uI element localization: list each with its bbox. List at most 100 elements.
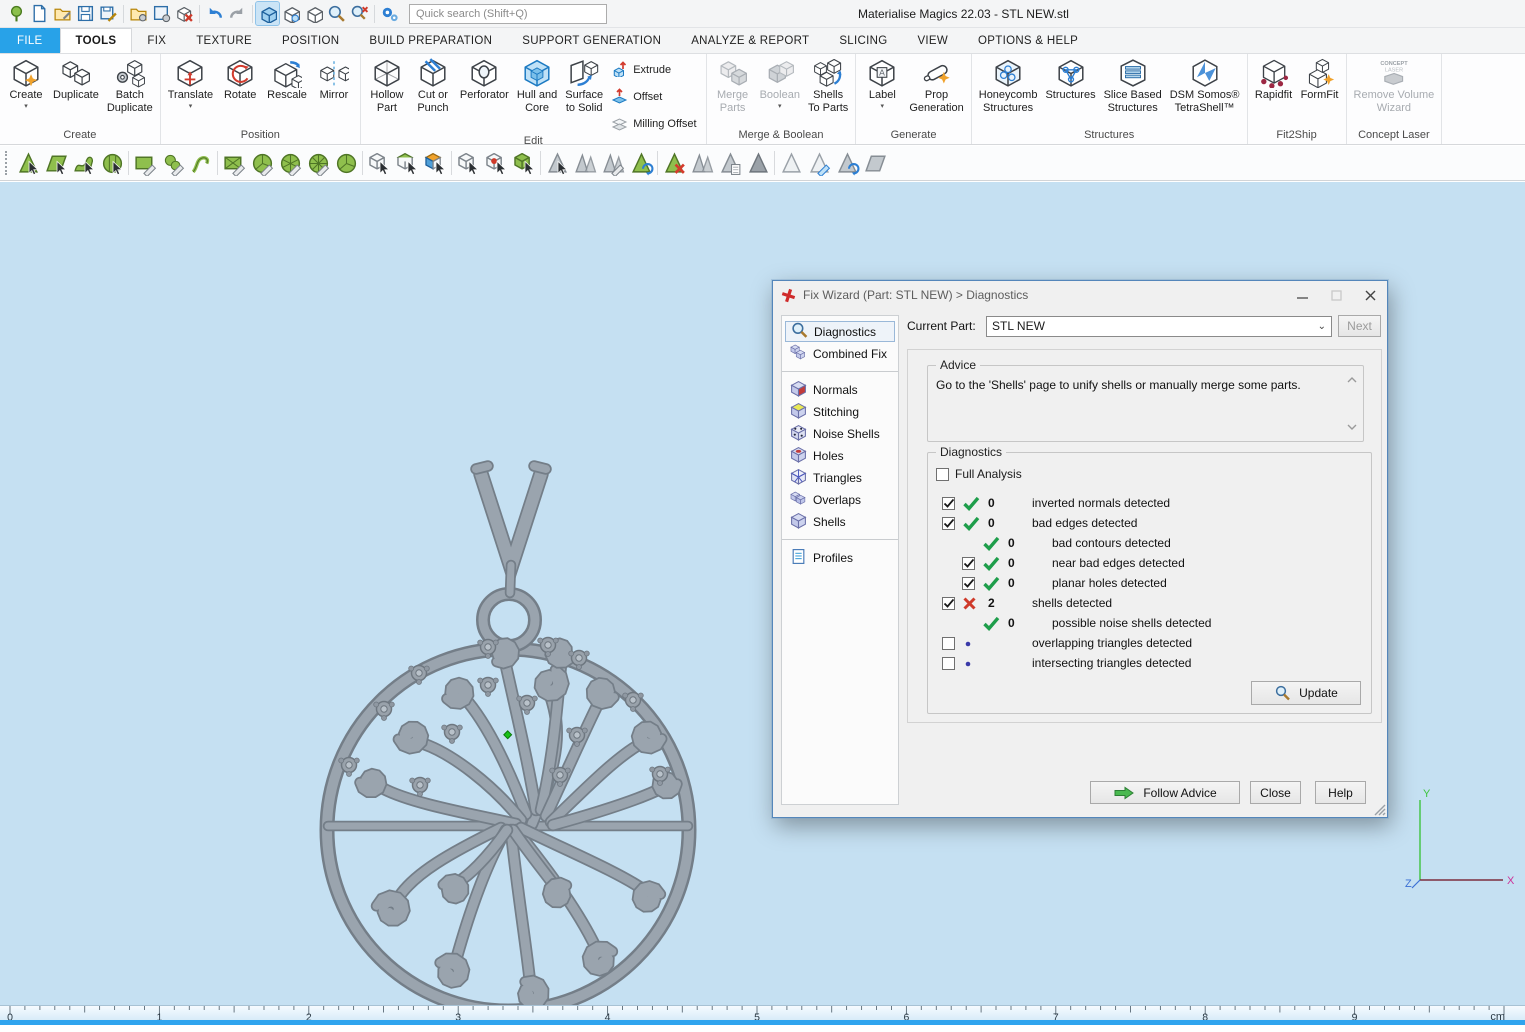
- tab-file[interactable]: FILE: [0, 28, 60, 53]
- full-analysis-checkbox[interactable]: [936, 468, 949, 481]
- dialog-close-button[interactable]: [1353, 281, 1387, 309]
- select-component-tool-icon[interactable]: [421, 149, 449, 178]
- window-selection-tool-icon[interactable]: [220, 149, 248, 178]
- select-box-tool-icon[interactable]: [454, 149, 482, 178]
- ribbon-rapidfit-button[interactable]: Rapidfit: [1251, 55, 1297, 125]
- fixwizard-page-triangles[interactable]: Triangles: [785, 467, 895, 488]
- ribbon-hollow-part-button[interactable]: Hollow Part: [364, 55, 410, 125]
- wheel-selection-tool-icon[interactable]: [304, 149, 332, 178]
- select-part-tool-icon[interactable]: [365, 149, 393, 178]
- tab-view[interactable]: VIEW: [902, 28, 963, 53]
- ribbon-rescale-button[interactable]: Rescale: [263, 55, 311, 125]
- ribbon-formfit-button[interactable]: FormFit: [1297, 55, 1343, 125]
- diagnostic-checkbox[interactable]: [942, 517, 955, 530]
- ribbon-hull-and-core-button[interactable]: Hull and Core: [513, 55, 561, 125]
- marking-report-tool-icon[interactable]: [716, 149, 744, 178]
- ribbon-honeycomb-structures-button[interactable]: Honeycomb Structures: [975, 55, 1042, 125]
- sector-selection-tool-icon[interactable]: [332, 149, 360, 178]
- mark-planes-tool-icon[interactable]: [42, 149, 70, 178]
- diagnostic-checkbox[interactable]: [962, 577, 975, 590]
- diagnostic-checkbox[interactable]: [962, 557, 975, 570]
- current-part-dropdown[interactable]: STL NEW ⌄: [986, 316, 1332, 337]
- ribbon-remove-volume-wizard-button[interactable]: CONCEPTLASERRemove Volume Wizard: [1350, 55, 1439, 125]
- filter-planes-tool-icon[interactable]: [571, 149, 599, 178]
- help-button[interactable]: Help: [1315, 781, 1366, 804]
- rectangle-selection-tool-icon[interactable]: [131, 149, 159, 178]
- unload-all-icon[interactable]: [173, 2, 196, 25]
- fixwizard-page-normals[interactable]: Normals: [785, 379, 895, 400]
- refresh-marking-tool-icon[interactable]: [627, 149, 655, 178]
- ribbon-batch-duplicate-button[interactable]: Batch Duplicate: [103, 55, 157, 125]
- save-project-icon[interactable]: [150, 2, 173, 25]
- view-box-icon[interactable]: [302, 2, 325, 25]
- save-as-icon[interactable]: [97, 2, 120, 25]
- quick-search-input[interactable]: [409, 4, 607, 24]
- show-marked-tool-icon[interactable]: [777, 149, 805, 178]
- fixwizard-page-combined-fix[interactable]: Combined Fix: [785, 343, 895, 364]
- fixwizard-page-overlaps[interactable]: Overlaps: [785, 489, 895, 510]
- lasso-selection-tool-icon[interactable]: [248, 149, 276, 178]
- select-subpart-tool-icon[interactable]: [393, 149, 421, 178]
- hide-marked-tool-icon[interactable]: [744, 149, 772, 178]
- select-core-tool-icon[interactable]: [482, 149, 510, 178]
- ribbon-label-button[interactable]: ALabel▾: [859, 55, 905, 125]
- next-button[interactable]: Next: [1338, 315, 1381, 337]
- ribbon-structures-button[interactable]: Structures: [1041, 55, 1099, 125]
- settings-icon[interactable]: [378, 2, 401, 25]
- dialog-minimize-button[interactable]: [1285, 281, 1319, 309]
- update-button[interactable]: Update: [1251, 681, 1361, 705]
- tab-analyze-report[interactable]: ANALYZE & REPORT: [676, 28, 824, 53]
- ribbon-offset-button[interactable]: Offset: [611, 87, 696, 107]
- ribbon-surface-to-solid-button[interactable]: Surface to Solid: [561, 55, 607, 125]
- mark-shells-tool-icon[interactable]: [98, 149, 126, 178]
- spider-selection-tool-icon[interactable]: [276, 149, 304, 178]
- diagnostic-checkbox[interactable]: [942, 657, 955, 670]
- fixwizard-page-stitching[interactable]: Stitching: [785, 401, 895, 422]
- zoom-to-part-icon[interactable]: [256, 2, 279, 25]
- invert-marking-tool-icon[interactable]: [688, 149, 716, 178]
- ribbon-shells-to-parts-button[interactable]: Shells To Parts: [804, 55, 852, 125]
- open-file-icon[interactable]: [51, 2, 74, 25]
- fixwizard-page-profiles[interactable]: Profiles: [785, 547, 895, 568]
- resize-grip[interactable]: [1372, 802, 1386, 816]
- tab-slicing[interactable]: SLICING: [824, 28, 902, 53]
- redo-icon[interactable]: [226, 2, 249, 25]
- view-sphere-icon[interactable]: [279, 2, 302, 25]
- scroll-up-icon[interactable]: [1347, 376, 1357, 386]
- clear-marking-tool-icon[interactable]: [660, 149, 688, 178]
- ribbon-translate-button[interactable]: Translate▾: [164, 55, 217, 125]
- ribbon-slice-based-structures-button[interactable]: Slice Based Structures: [1100, 55, 1166, 125]
- tab-position[interactable]: POSITION: [267, 28, 354, 53]
- ribbon-milling-offset-button[interactable]: Milling Offset: [611, 114, 696, 134]
- update-marked-tool-icon[interactable]: [833, 149, 861, 178]
- fixwizard-page-noise-shells[interactable]: Noise Shells: [785, 423, 895, 444]
- new-scene-icon[interactable]: [28, 2, 51, 25]
- ribbon-boolean-button[interactable]: Boolean▾: [756, 55, 804, 125]
- marked-planes-tool-icon[interactable]: [861, 149, 889, 178]
- close-button[interactable]: Close: [1250, 781, 1301, 804]
- ribbon-cut-or-punch-button[interactable]: Cut or Punch: [410, 55, 456, 125]
- mark-triangles-tool-icon[interactable]: [14, 149, 42, 178]
- fixwizard-page-diagnostics[interactable]: Diagnostics: [785, 321, 895, 342]
- ribbon-merge-parts-button[interactable]: Merge Parts: [710, 55, 756, 125]
- brush-selection-tool-icon[interactable]: [159, 149, 187, 178]
- ribbon-rotate-button[interactable]: Rotate: [217, 55, 263, 125]
- tab-support-generation[interactable]: SUPPORT GENERATION: [507, 28, 676, 53]
- ribbon-duplicate-button[interactable]: Duplicate: [49, 55, 103, 125]
- undo-icon[interactable]: [203, 2, 226, 25]
- ribbon-dsm-somos-tetrashell-button[interactable]: DSM Somos® TetraShell™: [1166, 55, 1244, 125]
- tab-build-preparation[interactable]: BUILD PREPARATION: [354, 28, 507, 53]
- save-icon[interactable]: [74, 2, 97, 25]
- filter-triangle-tool-icon[interactable]: [543, 149, 571, 178]
- zoom-icon[interactable]: [325, 2, 348, 25]
- ribbon-mirror-button[interactable]: Mirror: [311, 55, 357, 125]
- tab-options-help[interactable]: OPTIONS & HELP: [963, 28, 1093, 53]
- diagnostic-checkbox[interactable]: [942, 637, 955, 650]
- pendant-model[interactable]: [300, 432, 720, 1032]
- unzoom-icon[interactable]: [348, 2, 371, 25]
- tab-fix[interactable]: FIX: [132, 28, 181, 53]
- ribbon-prop-generation-button[interactable]: Prop Generation: [905, 55, 967, 125]
- diagnostic-checkbox[interactable]: [942, 597, 955, 610]
- ribbon-extrude-button[interactable]: Extrude: [611, 60, 696, 80]
- select-shell-tool-icon[interactable]: [510, 149, 538, 178]
